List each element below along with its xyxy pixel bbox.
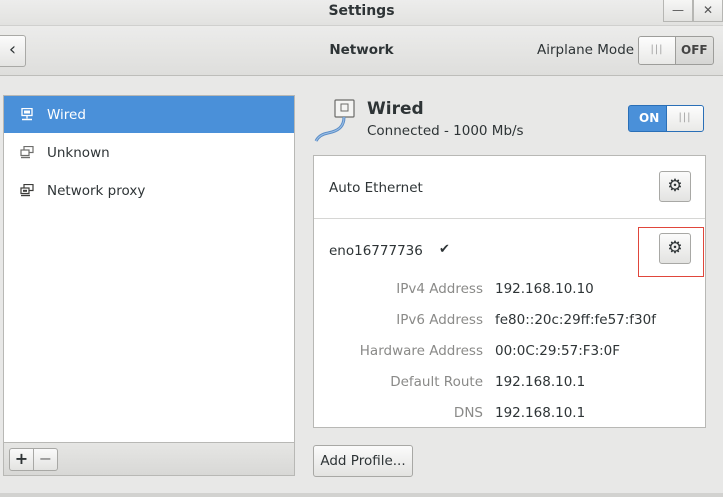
wired-connection-switch[interactable]: ON ||| (628, 105, 704, 132)
switch-knob[interactable]: ||| (639, 37, 676, 64)
device-name: Wired (367, 99, 424, 119)
sidebar-item-wired[interactable]: Wired (4, 96, 294, 133)
switch-knob[interactable]: ||| (666, 106, 703, 131)
header-bar: ‹ Network Airplane Mode ||| OFF (0, 26, 723, 76)
sidebar-item-label: Wired (47, 107, 86, 123)
sidebar-item-unknown[interactable]: Unknown (4, 134, 294, 171)
profile-panel: Auto Ethernet ⚙ eno16777736 ✔ ⚙ IPv4 Add… (313, 155, 706, 428)
window-titlebar: Settings — ✕ (0, 0, 723, 26)
minimize-icon: — (672, 3, 684, 17)
ethernet-cable-icon (314, 99, 355, 142)
remove-device-button[interactable]: − (33, 448, 58, 471)
sidebar-item-label: Unknown (47, 145, 110, 161)
profile-name: Auto Ethernet (329, 180, 423, 196)
default-route-label: Default Route (390, 374, 483, 390)
minimize-button[interactable]: — (663, 0, 693, 22)
close-icon: ✕ (702, 3, 714, 17)
ipv4-label: IPv4 Address (396, 281, 483, 297)
airplane-mode-label: Airplane Mode (537, 42, 635, 58)
hardware-address-value: 00:0C:29:57:F3:0F (495, 343, 621, 359)
profile-row-auto-ethernet: Auto Ethernet (314, 156, 705, 219)
active-profile-check-icon: ✔ (439, 242, 450, 257)
close-button[interactable]: ✕ (693, 0, 723, 22)
auto-ethernet-settings-button[interactable]: ⚙ (659, 171, 691, 202)
airplane-mode-state: OFF (681, 43, 708, 57)
device-status: Connected - 1000 Mb/s (367, 123, 524, 139)
minus-icon: − (38, 449, 53, 468)
sidebar-item-network-proxy[interactable]: Network proxy (4, 172, 294, 209)
window-title: Settings (328, 3, 395, 19)
device-list: Wired Unknown Network proxy (3, 95, 295, 443)
ipv6-value: fe80::20c:29ff:fe57:f30f (495, 312, 656, 328)
default-route-value: 192.168.10.1 (495, 374, 586, 390)
airplane-mode-switch[interactable]: ||| OFF (638, 36, 714, 65)
dns-label: DNS (453, 405, 483, 421)
add-device-button[interactable]: + (9, 448, 34, 471)
network-proxy-icon (20, 184, 34, 197)
highlight-box (638, 227, 704, 277)
wired-network-icon (21, 108, 33, 121)
hardware-address-label: Hardware Address (359, 343, 483, 359)
device-list-toolbar: + − (3, 443, 295, 476)
ipv4-value: 192.168.10.10 (495, 281, 594, 297)
gear-icon: ⚙ (667, 176, 683, 196)
add-profile-button[interactable]: Add Profile... (313, 445, 413, 477)
window-bottom-edge (0, 493, 723, 497)
sidebar-item-label: Network proxy (47, 183, 146, 199)
ipv6-label: IPv6 Address (396, 312, 483, 328)
plus-icon: + (14, 449, 29, 468)
wired-switch-state: ON (639, 111, 660, 125)
dns-value: 192.168.10.1 (495, 405, 586, 421)
interface-name: eno16777736 (329, 243, 423, 259)
unknown-network-icon (20, 146, 34, 159)
